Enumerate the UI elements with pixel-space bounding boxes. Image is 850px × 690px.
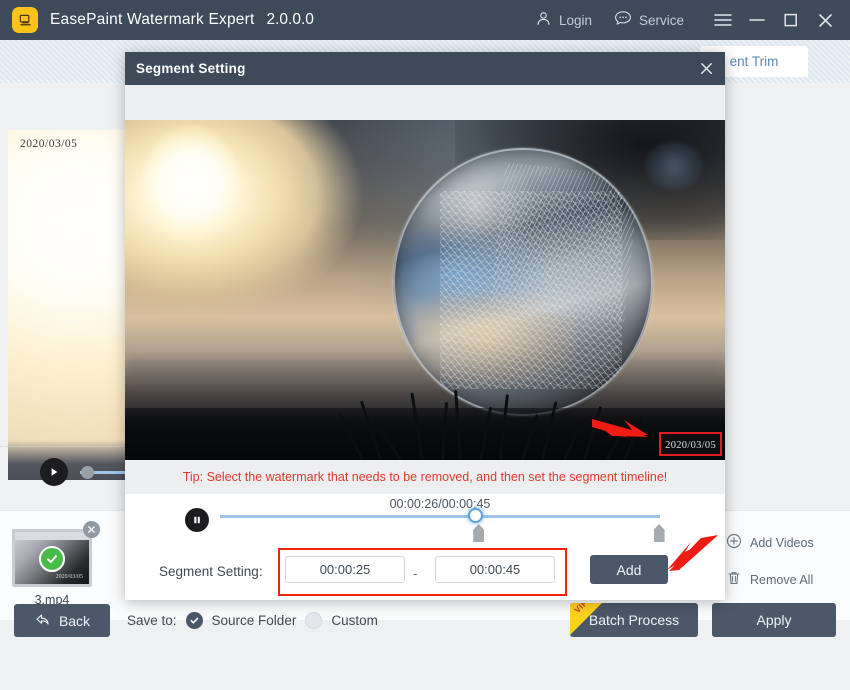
dialog-close-icon[interactable] bbox=[687, 52, 725, 85]
segment-end-input[interactable]: 00:00:45 bbox=[435, 556, 555, 583]
segment-start-input[interactable]: 00:00:25 bbox=[285, 556, 405, 583]
add-videos-label: Add Videos bbox=[750, 535, 814, 550]
red-arrow-icon bbox=[665, 534, 719, 574]
trim-start-handle[interactable] bbox=[473, 524, 485, 542]
tip-text: Tip: Select the watermark that needs to … bbox=[182, 470, 668, 484]
tip-bar: Tip: Select the watermark that needs to … bbox=[125, 460, 725, 494]
source-folder-label[interactable]: Source Folder bbox=[212, 613, 297, 628]
remove-file-button[interactable] bbox=[83, 521, 100, 538]
radio-custom[interactable] bbox=[305, 612, 323, 629]
radio-source-folder[interactable] bbox=[185, 612, 203, 629]
segment-range-separator: - bbox=[413, 566, 418, 581]
minimize-icon[interactable] bbox=[740, 0, 774, 40]
close-icon[interactable] bbox=[808, 0, 842, 40]
login-label: Login bbox=[558, 12, 592, 28]
time-display: 00:00:26/00:00:45 bbox=[389, 497, 491, 511]
add-segment-label: Add bbox=[616, 561, 642, 578]
dialog-top-padding bbox=[125, 85, 725, 120]
file-thumbnail-watermark: 2020/03/05 bbox=[55, 574, 83, 580]
file-strip-actions: Add Videos Remove All bbox=[726, 533, 836, 607]
watermark-app-icon bbox=[12, 7, 38, 33]
back-label: Back bbox=[58, 612, 91, 629]
apply-label: Apply bbox=[756, 612, 792, 628]
video-bokeh-light bbox=[645, 142, 703, 190]
timeline-track[interactable]: 00:00:26/00:00:45 bbox=[220, 497, 660, 518]
back-button[interactable]: Back bbox=[14, 604, 110, 637]
video-watermark-selection[interactable]: 2020/03/05 bbox=[659, 432, 722, 456]
frozen-bubble bbox=[393, 148, 653, 416]
add-segment-button[interactable]: Add bbox=[590, 555, 668, 584]
back-arrow-icon bbox=[34, 613, 51, 629]
maximize-icon[interactable] bbox=[774, 0, 808, 40]
tab-segment-trim-label: ent Trim bbox=[729, 54, 779, 69]
file-thumbnail[interactable]: 2020/03/05 bbox=[12, 529, 92, 587]
remove-all-button[interactable]: Remove All bbox=[726, 570, 836, 589]
save-to-label: Save to: bbox=[127, 613, 177, 628]
play-icon[interactable] bbox=[40, 458, 68, 486]
preview-watermark-label: 2020/03/05 bbox=[20, 138, 78, 150]
service-button[interactable]: Service bbox=[614, 10, 684, 30]
video-sun-glow bbox=[143, 126, 239, 242]
pause-icon[interactable] bbox=[185, 508, 209, 532]
timeline-bar: 00:00:26/00:00:45 bbox=[125, 494, 725, 544]
segment-setting-row: Segment Setting: 00:00:25 - 00:00:45 Add bbox=[125, 535, 725, 600]
batch-process-button[interactable]: VIP Batch Process bbox=[570, 603, 698, 637]
file-item[interactable]: 2020/03/05 3.mp4 bbox=[12, 521, 100, 607]
hamburger-menu-icon[interactable] bbox=[706, 0, 740, 40]
chat-bubble-icon bbox=[614, 10, 632, 30]
dialog-title: Segment Setting bbox=[136, 61, 246, 76]
background-progress-knob[interactable] bbox=[81, 466, 94, 479]
segment-setting-dialog: Segment Setting 2020/03/05 Tip: Select t… bbox=[125, 52, 725, 600]
apply-button[interactable]: Apply bbox=[712, 603, 836, 637]
timeline-playhead[interactable] bbox=[467, 508, 483, 523]
segment-end-value: 00:00:45 bbox=[469, 562, 521, 577]
batch-process-label: Batch Process bbox=[588, 612, 680, 628]
plus-circle-icon bbox=[726, 533, 742, 552]
video-preview[interactable]: 2020/03/05 bbox=[125, 120, 725, 460]
dialog-header: Segment Setting bbox=[125, 52, 725, 85]
save-to-group: Save to: Source Folder Custom bbox=[127, 612, 378, 629]
app-title: EasePaint Watermark Expert bbox=[50, 11, 255, 28]
custom-label[interactable]: Custom bbox=[331, 613, 378, 628]
remove-all-label: Remove All bbox=[750, 572, 814, 587]
file-thumbnail-topbar bbox=[15, 532, 89, 540]
trim-end-handle[interactable] bbox=[653, 524, 665, 542]
trash-icon bbox=[726, 570, 742, 589]
login-button[interactable]: Login bbox=[535, 10, 592, 30]
video-watermark-label: 2020/03/05 bbox=[665, 440, 716, 451]
user-icon bbox=[535, 10, 552, 30]
title-bar: EasePaint Watermark Expert 2.0.0.0 Login… bbox=[0, 0, 850, 40]
add-videos-button[interactable]: Add Videos bbox=[726, 533, 836, 552]
segment-start-value: 00:00:25 bbox=[319, 562, 371, 577]
segment-setting-label: Segment Setting: bbox=[159, 564, 263, 579]
bubble-rim bbox=[393, 148, 653, 416]
service-label: Service bbox=[638, 12, 684, 28]
check-icon bbox=[39, 546, 65, 573]
red-arrow-icon bbox=[590, 414, 652, 444]
app-version: 2.0.0.0 bbox=[266, 11, 314, 28]
